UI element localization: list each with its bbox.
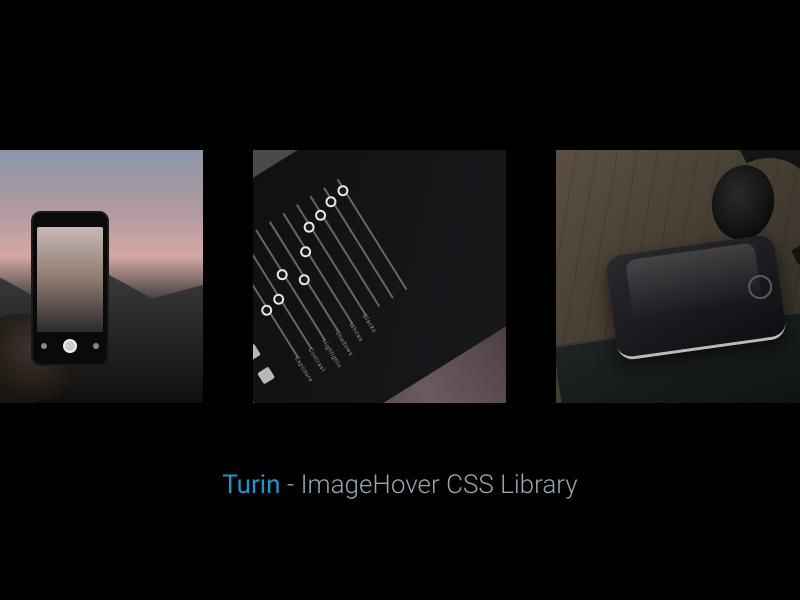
image-gallery: Exposure Contrast Highlights Shadows Whi… (0, 150, 800, 403)
shutter-button-icon (63, 339, 77, 353)
control-dot (41, 343, 47, 349)
thumbnail-phone-camera[interactable] (0, 150, 203, 403)
phone-device (31, 211, 109, 366)
tablet-device: Exposure Contrast Highlights Shadows Whi… (253, 150, 506, 403)
slider-knob-icon (324, 194, 339, 209)
slider-track (337, 179, 408, 290)
slider-knob-icon (271, 292, 286, 307)
slider-knob-icon (298, 244, 313, 259)
gallery-caption: Turin - ImageHover CSS Library (0, 470, 800, 500)
thumbnail-tablet-editor[interactable]: Exposure Contrast Highlights Shadows Whi… (253, 150, 506, 403)
caption-separator: - (280, 470, 300, 500)
slider-knob-icon (274, 267, 289, 282)
tool-icon (257, 367, 275, 385)
slider-knob-icon (297, 272, 312, 287)
control-dot (93, 343, 99, 349)
thumbnail-phone-headphones[interactable] (556, 150, 800, 403)
slider-knob-icon (313, 207, 328, 222)
phone-viewfinder (37, 227, 103, 332)
slider-knob-icon (259, 302, 274, 317)
slider-track (255, 230, 326, 341)
slider-track (296, 204, 367, 315)
slider-knob-icon (335, 183, 350, 198)
slider-group (253, 150, 506, 358)
slider-knob-icon (301, 219, 316, 234)
tool-icon (253, 344, 261, 362)
camera-controls (33, 336, 107, 356)
caption-text: ImageHover CSS Library (301, 470, 578, 500)
slider-track (282, 213, 353, 324)
slider-track (310, 196, 381, 307)
brand-name: Turin (222, 470, 280, 500)
slider-track (323, 187, 394, 298)
